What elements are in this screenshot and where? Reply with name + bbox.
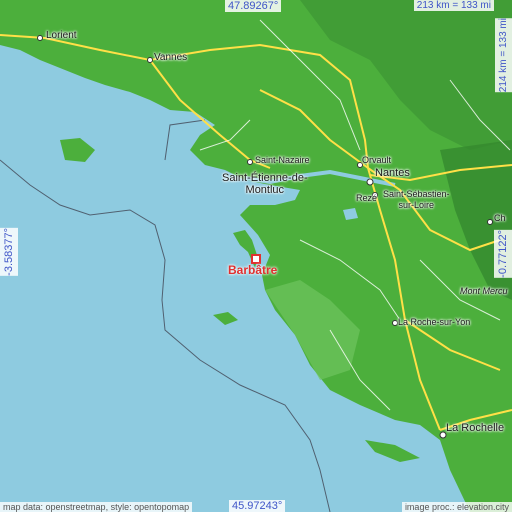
coord-bottom: 45.97243°: [229, 500, 286, 512]
place-lorient: Lorient: [46, 30, 77, 41]
coord-left: -3.58377°: [0, 228, 18, 276]
place-saint-etienne: Saint-Étienne-de- Montluc: [222, 172, 308, 196]
saint-nazaire-marker: [247, 159, 253, 165]
target-label: Barbâtre: [228, 263, 278, 277]
place-vannes: Vannes: [154, 52, 188, 63]
target-marker: [251, 254, 261, 264]
place-la-roche: La Roche-sur-Yon: [398, 317, 471, 327]
scale-horizontal: 213 km = 133 mi: [413, 0, 494, 11]
place-orvault: Orvault: [362, 155, 392, 165]
place-mont-mercure: Mont Mercu: [460, 286, 508, 296]
credit-left: map data: openstreetmap, style: opentopo…: [0, 502, 193, 512]
coord-top: 47.89267°: [225, 0, 282, 12]
place-cholet: Ch: [494, 213, 506, 223]
vannes-marker: [147, 57, 153, 63]
map-view[interactable]: Lorient Vannes Saint-Nazaire Orvault Nan…: [0, 0, 512, 512]
place-saint-sebastien: Saint-Sébastien- sur-Loire: [383, 189, 450, 210]
lorient-marker: [37, 35, 43, 41]
place-saint-nazaire: Saint-Nazaire: [255, 155, 310, 165]
place-nantes: Nantes: [375, 167, 410, 179]
la-roche-marker: [392, 320, 398, 326]
coord-right: -0.77122°: [494, 230, 512, 278]
place-reze: Rezé: [356, 193, 378, 203]
credit-right: image proc.: elevation.city: [401, 502, 512, 512]
terrain-layer: [0, 0, 512, 512]
nantes-marker: [366, 178, 374, 186]
place-la-rochelle: La Rochelle: [446, 422, 505, 434]
scale-vertical: 214 km = 133 mi: [495, 18, 512, 93]
cholet-marker: [487, 219, 493, 225]
